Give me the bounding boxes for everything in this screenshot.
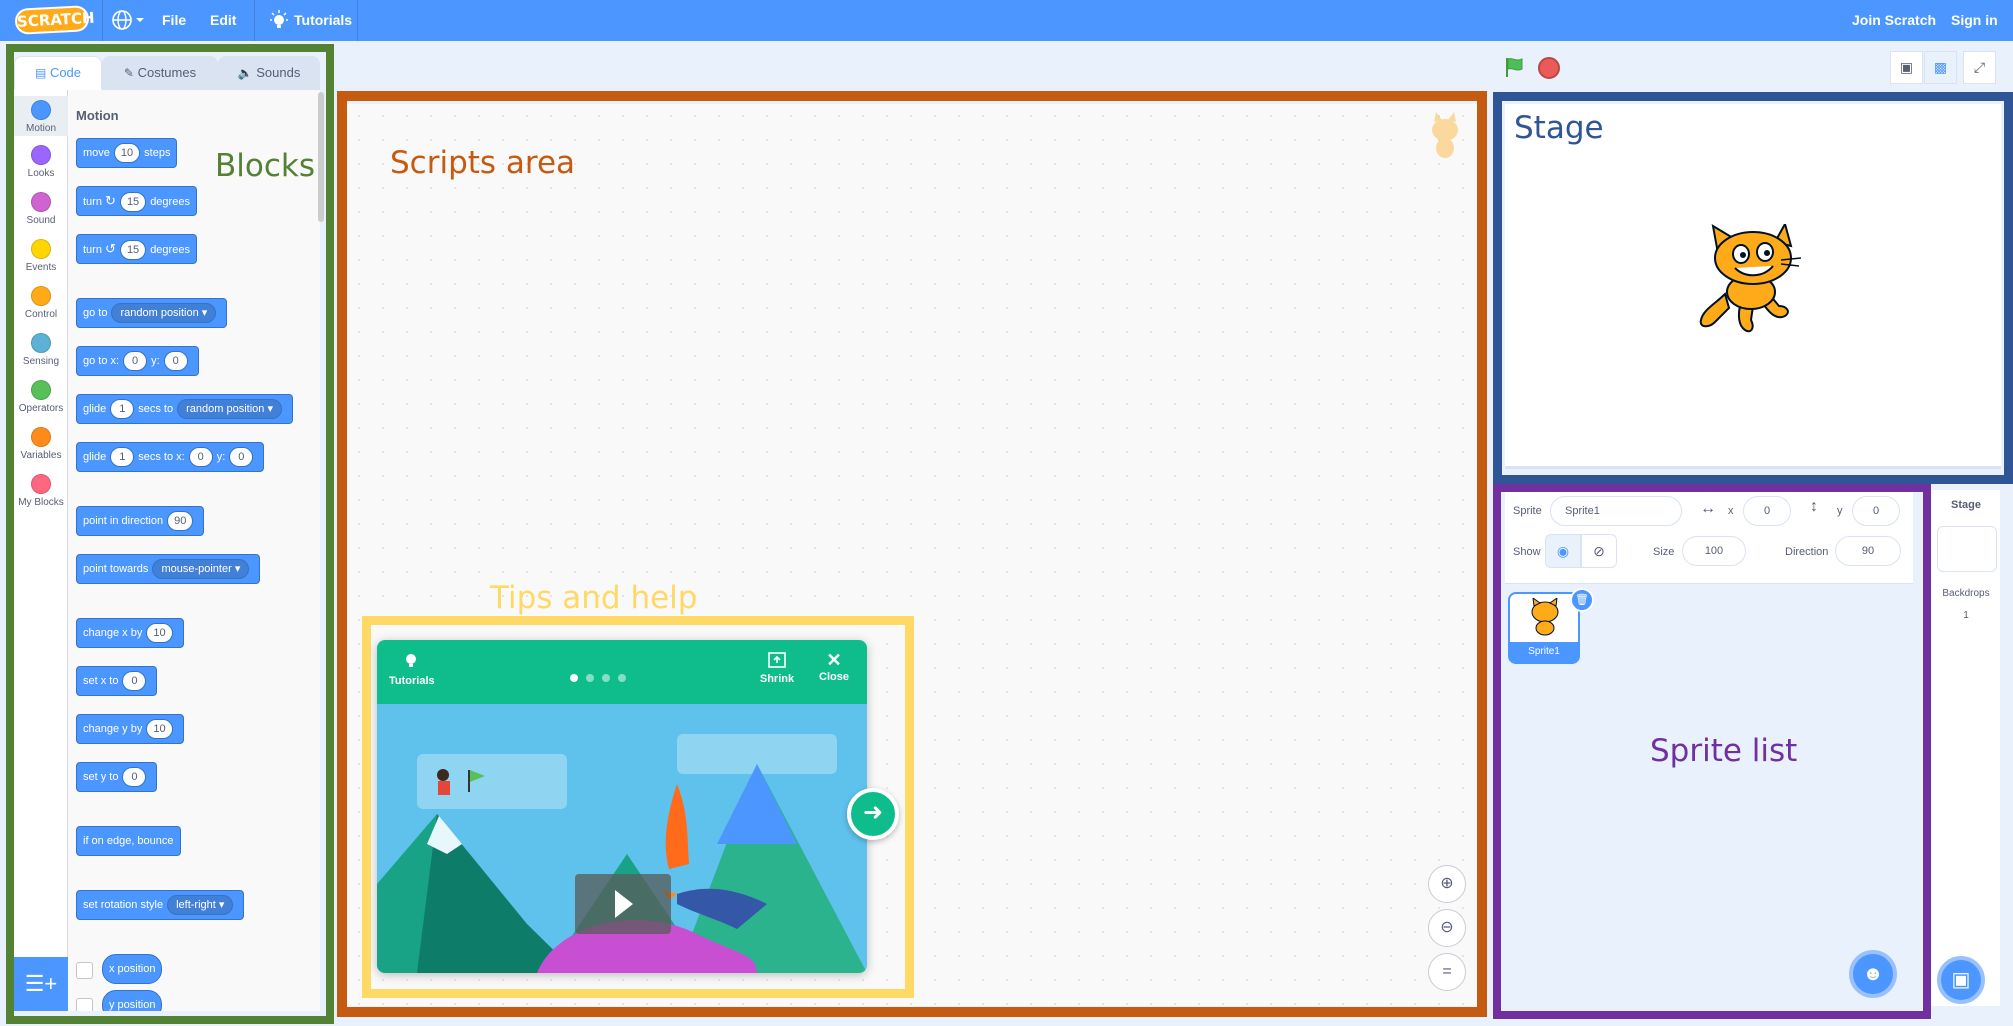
menu-divider <box>357 0 358 41</box>
stage-pane-title: Stage <box>1951 499 1981 511</box>
tutorials-menu[interactable]: Tutorials <box>268 0 352 41</box>
small-stage-icon: ▣ <box>1899 59 1914 75</box>
stage-target-pane[interactable]: Stage Backdrops 1 ▣ <box>1930 490 2000 1006</box>
image-plus-icon: ▣ <box>1951 969 1971 991</box>
lightbulb-icon <box>270 10 288 28</box>
scripts-annotation-label: Scripts area <box>390 145 576 181</box>
edit-menu[interactable]: Edit <box>210 0 236 41</box>
scratch-logo[interactable]: SCRATCH <box>14 5 95 35</box>
normal-stage-button[interactable]: ▩ <box>1924 51 1957 84</box>
backdrop-thumbnail[interactable] <box>1937 526 1997 572</box>
blocks-annotation-frame <box>6 44 334 1024</box>
backdrops-label: Backdrops <box>1942 588 1990 599</box>
backdrops-count: 1 <box>1963 610 1969 621</box>
small-stage-button[interactable]: ▣ <box>1890 51 1923 84</box>
stop-button[interactable] <box>1538 57 1560 79</box>
language-menu[interactable] <box>108 0 148 41</box>
file-menu[interactable]: File <box>162 0 186 41</box>
normal-stage-icon: ▩ <box>1933 59 1948 75</box>
globe-icon <box>112 10 144 30</box>
stage-annotation-label: Stage <box>1514 110 1604 146</box>
fullscreen-icon: ⤢ <box>1973 59 1986 75</box>
sprites-annotation-label: Sprite list <box>1650 733 1798 769</box>
green-flag-icon[interactable] <box>1503 56 1525 78</box>
join-scratch-link[interactable]: Join Scratch <box>1852 0 1936 41</box>
scratch-editor: SCRATCH File Edit Tutorials Join Scratch… <box>0 0 2013 1026</box>
fullscreen-button[interactable]: ⤢ <box>1963 51 1996 84</box>
menu-divider <box>254 0 255 41</box>
tips-annotation-frame <box>362 616 914 998</box>
choose-backdrop-button[interactable]: ▣ <box>1937 956 1985 1004</box>
menu-divider <box>102 0 103 41</box>
tips-annotation-label: Tips and help <box>490 580 698 616</box>
menu-bar: SCRATCH File Edit Tutorials Join Scratch… <box>0 0 2013 41</box>
stage-annotation-frame <box>1493 92 2013 484</box>
tutorials-label: Tutorials <box>294 12 353 28</box>
blocks-annotation-label: Blocks <box>215 148 315 184</box>
sign-in-link[interactable]: Sign in <box>1951 0 1998 41</box>
